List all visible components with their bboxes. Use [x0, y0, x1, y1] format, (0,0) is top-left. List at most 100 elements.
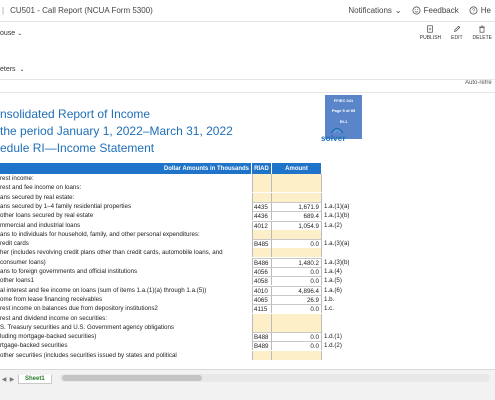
help-button[interactable]: ? He [469, 6, 491, 15]
row-riad-code: 4056 [252, 267, 272, 276]
row-riad-code: 4065 [252, 294, 272, 304]
row-description: rest income on balances due from deposit… [0, 305, 158, 313]
row-description: rest and dividend income on securities: [0, 314, 107, 322]
trash-icon [479, 25, 486, 33]
row-item-reference: 1.d.(1) [324, 333, 342, 341]
row-riad-code: 4012 [252, 220, 272, 230]
report-selector-label: ouse [0, 30, 16, 37]
parameters-toggle[interactable]: eters ⌄ [0, 66, 25, 73]
edit-button[interactable]: EDIT [451, 25, 463, 41]
row-item-reference: 1.a.(5) [324, 277, 342, 285]
report-schedule: edule RI—Income Statement [0, 141, 155, 155]
row-description: ans to foreign governments and official … [0, 268, 138, 275]
ffiec-schedule-label: RI-1 [339, 118, 348, 124]
row-amount[interactable]: 1,480.2 [272, 257, 322, 267]
row-description: mmercial and industrial loans [0, 221, 81, 229]
row-item-reference [324, 314, 384, 323]
row-amount[interactable]: 689.4 [272, 211, 322, 221]
row-item-reference: 1.a.(3)(a) [324, 240, 350, 248]
row-amount[interactable]: 0.0 [272, 239, 322, 249]
row-amount[interactable]: 0.0 [272, 267, 322, 276]
row-amount[interactable] [272, 174, 322, 183]
scrollbar-thumb[interactable] [62, 375, 202, 381]
help-label: He [480, 6, 491, 15]
row-riad-code [252, 174, 272, 183]
row-riad-code: 4010 [252, 285, 272, 295]
row-item-reference: 1.c. [324, 305, 334, 313]
row-amount[interactable] [272, 350, 322, 360]
help-icon: ? [469, 6, 478, 15]
horizontal-scrollbar[interactable] [60, 374, 490, 382]
row-item-reference: 1.a.(2) [324, 221, 342, 229]
row-riad-code: 4435 [252, 201, 272, 211]
publish-icon [427, 25, 434, 33]
row-description: ans secured by real estate: [0, 193, 75, 201]
report-toolbar: ouse ⌄ PUBLISH EDIT DELETE [0, 22, 495, 50]
row-item-reference [324, 323, 384, 332]
row-amount[interactable] [272, 248, 322, 258]
auto-refresh-toggle[interactable]: Auto-refre [465, 80, 495, 86]
row-riad-code [252, 183, 272, 193]
pencil-icon [454, 25, 461, 32]
row-riad-code: 4058 [252, 276, 272, 286]
publish-label: PUBLISH [419, 35, 442, 41]
row-riad-code [252, 350, 272, 360]
row-amount[interactable] [272, 183, 322, 193]
row-description: rest income: [0, 175, 34, 182]
row-description: ans secured by 1–4 family residential pr… [0, 202, 132, 210]
row-riad-code [252, 248, 272, 258]
row-riad-code: B489 [252, 341, 272, 351]
row-item-reference [324, 248, 384, 257]
notifications-label: Notifications [348, 6, 392, 15]
row-amount[interactable]: 1,054.9 [272, 220, 322, 230]
publish-button[interactable]: PUBLISH [420, 25, 441, 41]
row-riad-code: B485 [252, 239, 272, 249]
parameters-bar: eters ⌄ [0, 56, 495, 80]
delete-label: DELETE [472, 35, 492, 41]
spreadsheet-area[interactable]: nsolidated Report of Income the period J… [0, 92, 495, 369]
ffiec-form-label: FFIEC 041 [333, 98, 354, 103]
delete-button[interactable]: DELETE [473, 25, 492, 41]
row-amount[interactable]: 1,671.9 [272, 201, 322, 211]
feedback-button[interactable]: Feedback [412, 6, 459, 15]
row-description: ans to individuals for household, family… [0, 230, 200, 238]
report-selector[interactable]: ouse ⌄ [0, 30, 22, 37]
breadcrumb-separator: | [2, 6, 5, 15]
notifications-button[interactable]: Notifications ⌄ [348, 6, 401, 15]
row-riad-code [252, 229, 272, 239]
row-item-reference [324, 183, 384, 192]
svg-text:?: ? [472, 8, 475, 14]
row-amount[interactable]: 26.9 [272, 294, 322, 304]
row-amount[interactable]: 0.0 [272, 276, 322, 286]
row-description: S. Treasury securities and U.S. Governme… [0, 323, 175, 331]
row-item-reference: 1.a.(6) [324, 286, 342, 294]
report-actions: PUBLISH EDIT DELETE [420, 25, 492, 41]
tab-nav-right-icon[interactable]: ▶ [8, 376, 16, 383]
row-amount[interactable] [272, 229, 322, 239]
tab-nav-left-icon[interactable]: ◀ [0, 376, 8, 383]
row-description: ome from lease financing receivables [0, 295, 103, 303]
page-title: CU501 - Call Report (NCUA Form 5300) [10, 6, 153, 15]
parameters-label: eters [0, 66, 16, 73]
row-description: luding mortgage-backed securities) [0, 333, 97, 341]
row-amount[interactable]: 0.0 [272, 341, 322, 351]
row-amount[interactable]: 0.0 [272, 304, 322, 314]
row-amount[interactable] [272, 322, 322, 332]
row-riad-code: B486 [252, 257, 272, 267]
ffiec-page-label: Page 5 of 85 [331, 108, 356, 114]
chevron-down-icon: ⌄ [394, 6, 402, 15]
row-amount[interactable]: 4,896.4 [272, 285, 322, 295]
tab-sheet1[interactable]: Sheet1 [18, 374, 52, 384]
row-description: other loans1 [0, 277, 35, 285]
row-item-reference: 1.a.(1)(b) [324, 212, 350, 220]
header-amount: Amount [272, 163, 322, 174]
row-item-reference [324, 230, 384, 239]
row-amount[interactable] [272, 192, 322, 202]
topbar-right: Notifications ⌄ Feedback ? He [348, 6, 491, 15]
solver-logo: solver [321, 126, 355, 144]
row-amount[interactable] [272, 313, 322, 323]
row-item-reference [324, 193, 384, 202]
header-dollar-amounts: Dollar Amounts in Thousands [0, 163, 252, 174]
row-item-reference: 1.a.(1)(a) [324, 202, 350, 210]
row-amount[interactable]: 0.0 [272, 332, 322, 342]
